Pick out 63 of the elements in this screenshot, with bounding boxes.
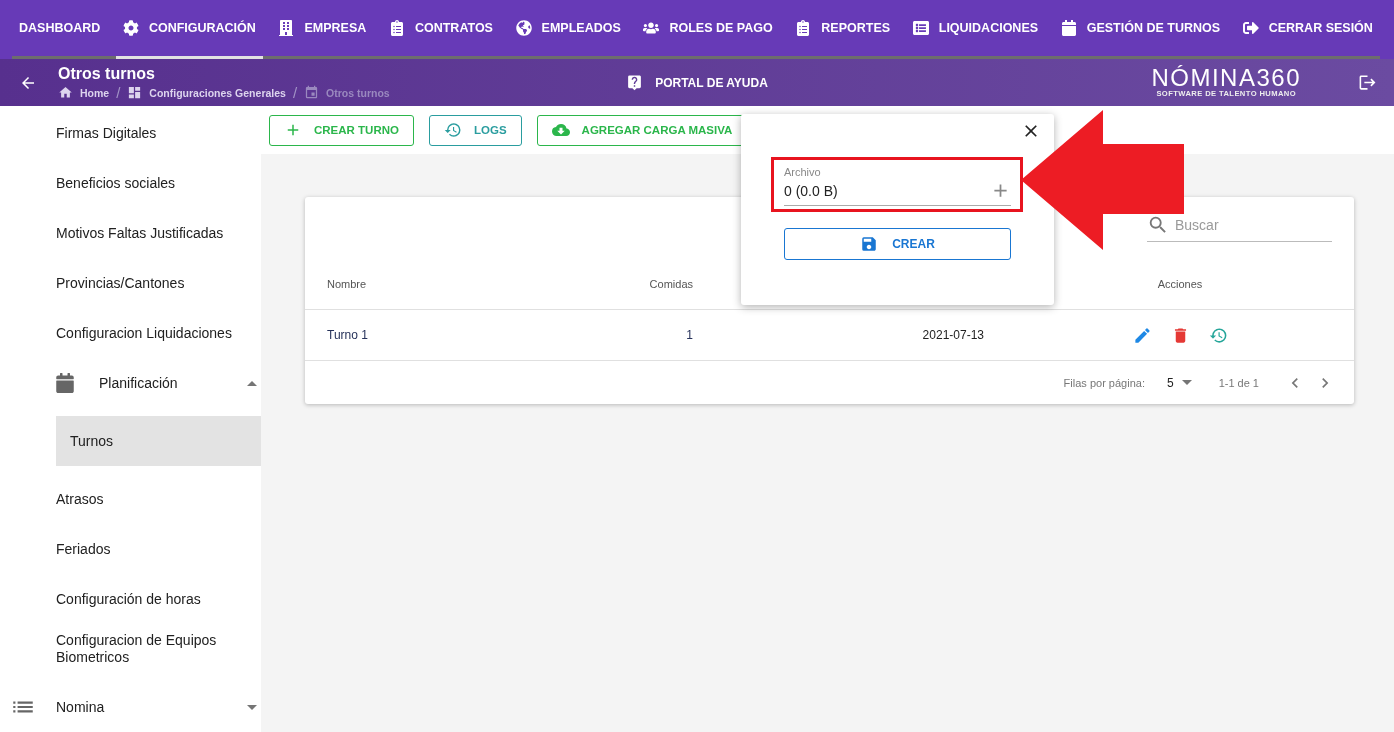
field-label: Archivo (784, 166, 822, 179)
table-cell: 2021-07-13 (922, 328, 984, 342)
calendar-icon (55, 373, 75, 393)
building-icon (278, 20, 295, 36)
search-field[interactable]: Buscar (1175, 217, 1332, 233)
sidebar-item[interactable]: Turnos (56, 416, 261, 466)
nav-tab[interactable]: EMPRESA (271, 0, 374, 59)
help-link[interactable]: PORTAL DE AYUDA (626, 74, 768, 91)
sidebar-group[interactable]: Planificación (0, 358, 261, 408)
nav-tab[interactable]: ROLES DE PAGO (636, 0, 780, 59)
create-button[interactable]: CREAR (784, 228, 1011, 260)
nav-tab[interactable]: EMPLEADOS (508, 0, 628, 59)
calendar-icon (304, 85, 320, 100)
nav-tab[interactable]: GESTIÓN DE TURNOS (1053, 0, 1228, 59)
page-range: 1-1 de 1 (1218, 376, 1259, 389)
file-field[interactable]: Archivo 0 (0.0 B) (784, 166, 1011, 206)
sidebar-item[interactable]: Atrasos (56, 474, 261, 524)
caret-icon (1181, 380, 1192, 385)
sidebar-group[interactable]: Nomina (0, 682, 261, 732)
sidebar-item[interactable]: Configuración de horas (56, 574, 261, 624)
rows-per-page-select[interactable]: 5 (1166, 375, 1192, 390)
history-icon[interactable] (1208, 325, 1228, 345)
nav-tab[interactable]: DASHBOARD (12, 0, 108, 59)
cloud-download-icon (551, 121, 570, 139)
globe-icon (515, 20, 532, 36)
home-icon (58, 85, 73, 100)
sidebar-item[interactable]: Configuracion de Equipos Biometricos (56, 624, 261, 674)
nav-tab[interactable]: LIQUIDACIONES (905, 0, 1046, 59)
save-icon (860, 235, 879, 253)
rows-per-page-label: Filas por página: (1063, 376, 1145, 389)
table-cell: Turno 1 (327, 328, 368, 342)
logo-wordmark: NÓMINA360 (1151, 67, 1301, 89)
sidebar-item[interactable]: Motivos Faltas Justificadas (56, 208, 261, 258)
sidebar-item[interactable]: Feriados (56, 524, 261, 574)
nav-tab[interactable]: CERRAR SESIÓN (1235, 0, 1380, 59)
breadcrumb-link[interactable]: Home (58, 85, 110, 100)
column-header: Nombre (327, 277, 367, 290)
users-icon (643, 20, 660, 36)
help-icon (626, 74, 644, 91)
column-header: Acciones (1157, 277, 1203, 290)
sidebar-item[interactable]: Firmas Digitales (56, 108, 261, 158)
nav-tab[interactable]: CONTRATOS (381, 0, 500, 59)
clipboard-icon (388, 20, 405, 36)
breadcrumb-link[interactable]: Configuraciones Generales (127, 85, 286, 100)
breadcrumb-separator: / (292, 85, 298, 100)
grid-icon (127, 85, 143, 100)
logout-icon (1242, 20, 1259, 36)
page-title: Otros turnos (58, 65, 156, 83)
breadcrumb-separator: / (116, 85, 121, 100)
clipboard-icon (795, 20, 812, 36)
logout-icon[interactable] (1358, 73, 1377, 92)
history-icon (444, 121, 462, 139)
sidebar-item[interactable]: Configuracion Liquidaciones (56, 308, 261, 358)
column-header: Comidas (649, 277, 693, 290)
nav-tab[interactable]: REPORTES (788, 0, 898, 59)
sidebar-item[interactable]: Provincias/Cantones (56, 258, 261, 308)
gear-icon (122, 20, 139, 36)
sidebar-item[interactable]: Beneficios sociales (56, 158, 261, 208)
calendar-icon (1060, 20, 1077, 36)
field-value: 0 (0.0 B) (784, 181, 838, 201)
table-cell: 1 (686, 328, 693, 342)
search-icon (1147, 214, 1169, 236)
list-icon (912, 20, 929, 36)
